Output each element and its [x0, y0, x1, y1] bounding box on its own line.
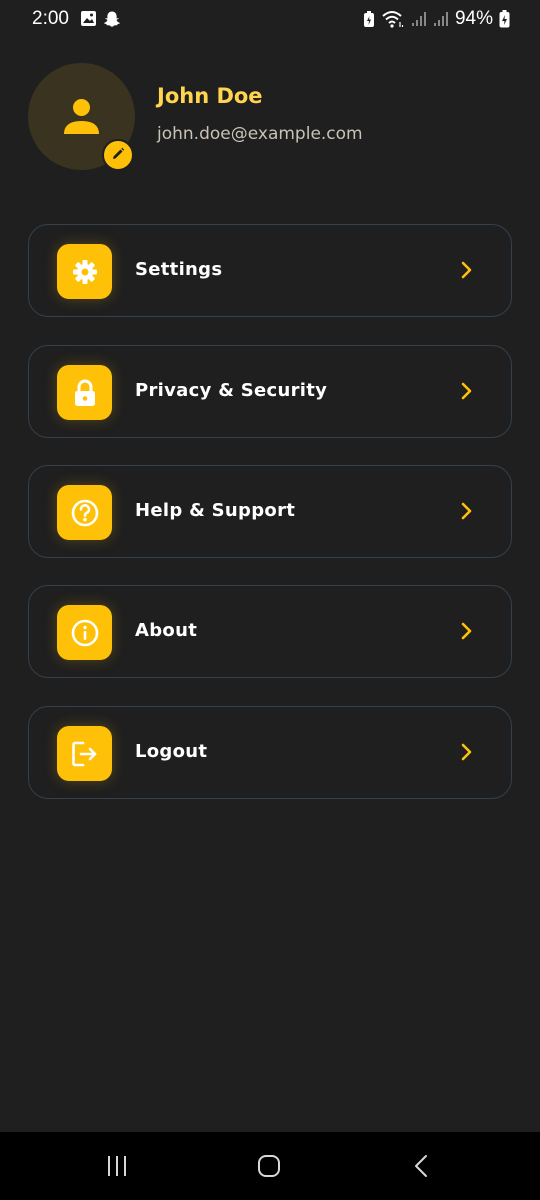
menu-item-label: About — [135, 620, 198, 641]
status-bar: 2:00 94% — [0, 0, 540, 40]
chevron-right-icon — [461, 622, 473, 644]
menu-item-privacy-security[interactable]: Privacy & Security — [28, 345, 512, 438]
lock-icon — [57, 365, 112, 420]
menu-item-label: Logout — [135, 741, 208, 762]
battery-percent: 94% — [454, 8, 493, 29]
chevron-right-icon — [461, 261, 473, 283]
person-icon — [62, 97, 101, 140]
profile-screen: 2:00 94% John Doe john.doe@example.com S… — [0, 0, 540, 1200]
edit-avatar-button[interactable] — [102, 139, 134, 171]
signal-icon — [433, 11, 449, 27]
menu-item-label: Settings — [135, 259, 223, 280]
chevron-right-icon — [461, 743, 473, 765]
signal-icon — [411, 11, 427, 27]
menu-item-help-support[interactable]: Help & Support — [28, 465, 512, 558]
notification-icons — [80, 10, 121, 32]
gear-icon — [57, 244, 112, 299]
menu-item-label: Privacy & Security — [135, 380, 328, 401]
gallery-icon — [80, 10, 97, 32]
status-time: 2:00 — [32, 8, 69, 29]
chevron-right-icon — [461, 382, 473, 404]
help-circle-icon — [57, 485, 112, 540]
menu-item-logout[interactable]: Logout — [28, 706, 512, 799]
home-icon[interactable] — [257, 1154, 281, 1182]
wifi-icon — [381, 10, 405, 28]
logout-icon — [57, 726, 112, 781]
battery-charging-icon — [499, 10, 510, 28]
pencil-icon — [111, 146, 125, 165]
snapchat-icon — [103, 10, 121, 32]
menu-item-about[interactable]: About — [28, 585, 512, 678]
system-nav-bar — [0, 1132, 540, 1200]
menu-item-settings[interactable]: Settings — [28, 224, 512, 317]
profile-name: John Doe — [157, 84, 263, 108]
back-icon[interactable] — [410, 1154, 434, 1182]
info-icon — [57, 605, 112, 660]
recents-icon[interactable] — [106, 1154, 130, 1182]
battery-saver-icon — [363, 10, 375, 28]
menu-item-label: Help & Support — [135, 500, 296, 521]
chevron-right-icon — [461, 502, 473, 524]
system-indicators: 94% — [363, 8, 510, 30]
profile-email: john.doe@example.com — [157, 124, 363, 144]
